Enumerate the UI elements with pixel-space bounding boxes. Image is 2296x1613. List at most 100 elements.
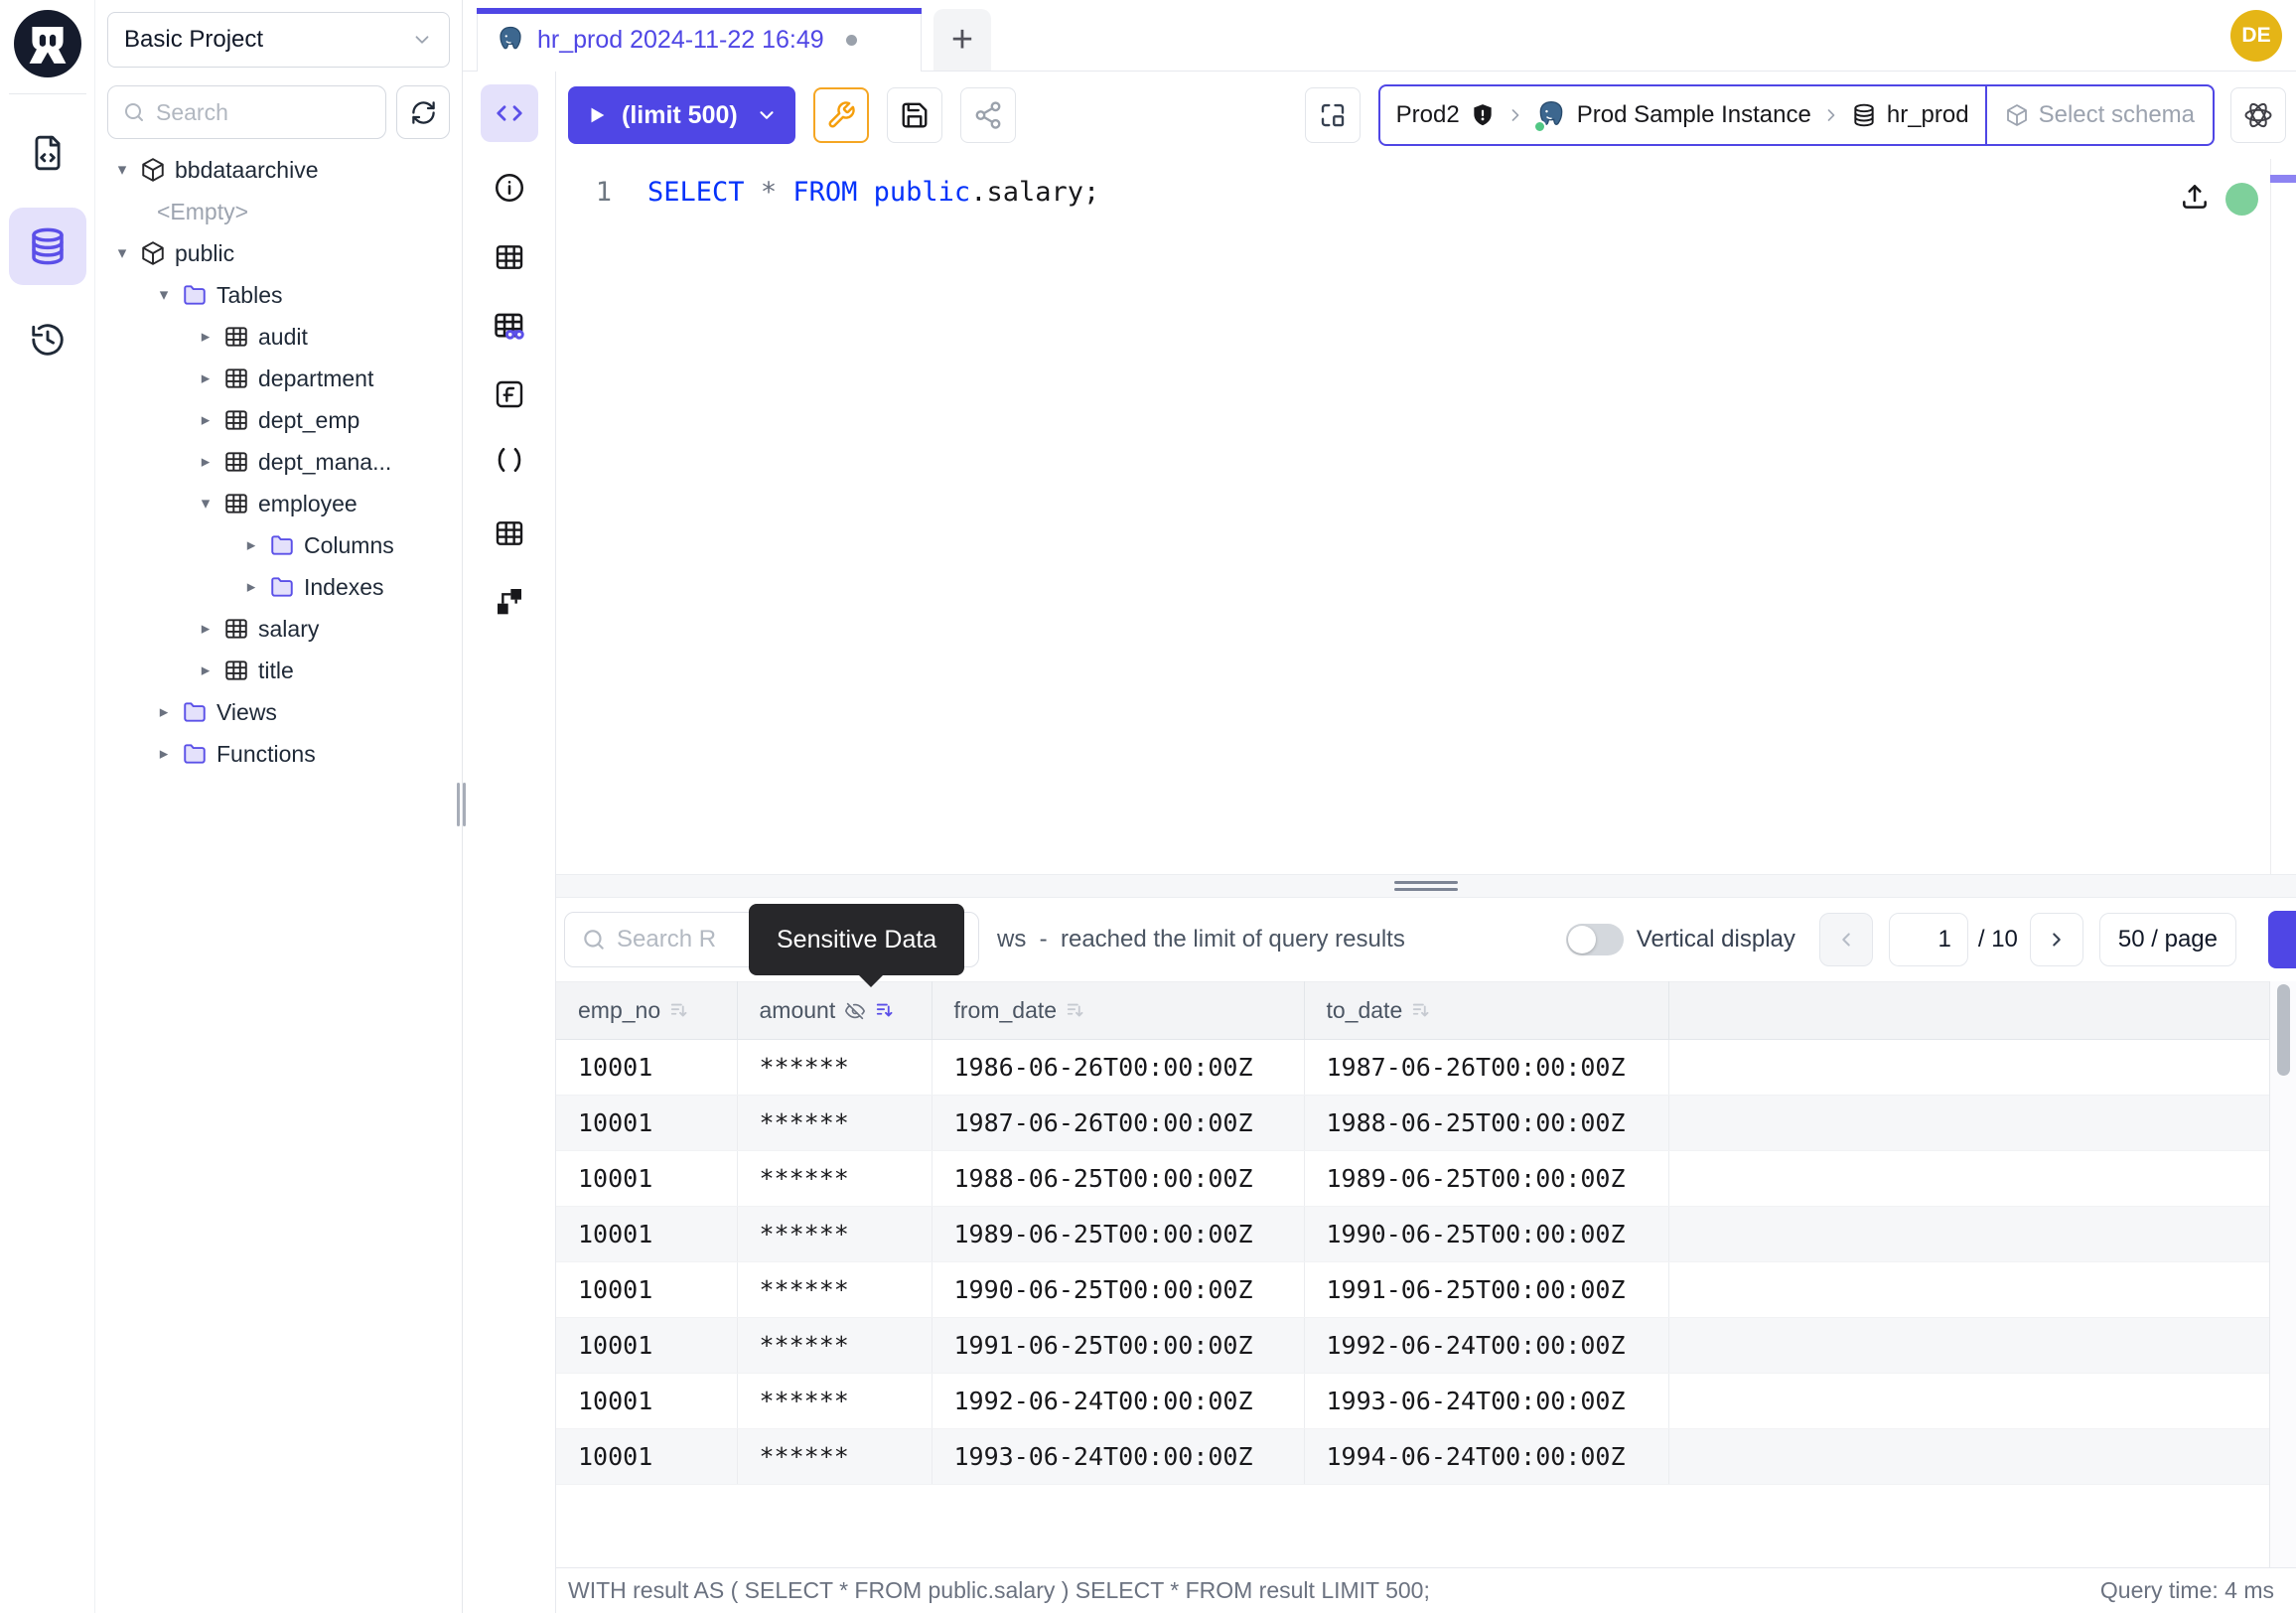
functions-panel-button[interactable] [481,374,538,414]
column-header-amount[interactable]: amount [737,982,932,1040]
user-avatar[interactable]: DE [2230,10,2282,62]
chevron-right-icon [2046,929,2068,951]
folder-icon [269,574,295,600]
tree-item-dept-emp[interactable]: ▸ dept_emp [107,399,450,441]
sort-icon[interactable] [1411,1000,1433,1022]
code-icon [495,98,524,128]
chevron-down-icon[interactable]: ▾ [113,160,131,180]
tree-item-department[interactable]: ▸ department [107,358,450,399]
prev-page-button[interactable] [1819,913,1873,966]
chevron-right-icon[interactable]: ▸ [197,410,215,430]
explorer-search-input[interactable] [156,99,371,126]
table-row[interactable]: 10001******1992-06-24T00:00:00Z1993-06-2… [556,1374,2269,1429]
postgresql-icon [496,25,525,55]
new-tab-button[interactable]: + [933,9,991,71]
table-scrollbar[interactable] [2269,981,2296,1567]
batch-query-button[interactable] [1305,87,1361,143]
procedures-panel-button[interactable] [481,440,538,480]
tree-item-salary[interactable]: ▸ salary [107,608,450,650]
refresh-button[interactable] [396,85,450,139]
page-input[interactable] [1889,913,1968,966]
chevron-down-icon[interactable]: ▾ [113,243,131,263]
schema-diagram-panel-button[interactable] [481,581,538,621]
upload-sheet-button[interactable] [2179,181,2211,213]
chevron-right-icon[interactable]: ▸ [197,327,215,347]
table-row[interactable]: 10001******1993-06-24T00:00:00Z1994-06-2… [556,1429,2269,1485]
database-icon [1851,102,1877,128]
chevron-left-icon [1835,929,1857,951]
info-panel-button[interactable] [481,168,538,208]
bytebase-logo-icon[interactable] [14,10,81,77]
database-nav-button[interactable] [9,208,86,285]
explorer-search-box[interactable] [107,85,386,139]
table-row[interactable]: 10001******1987-06-26T00:00:00Z1988-06-2… [556,1096,2269,1151]
tree-item-label: Columns [304,532,394,559]
sort-icon[interactable] [1066,1000,1087,1022]
table-row[interactable]: 10001******1991-06-25T00:00:00Z1992-06-2… [556,1318,2269,1374]
sensitive-columns-panel-button[interactable] [481,307,538,347]
next-page-button[interactable] [2030,913,2083,966]
project-select[interactable]: Basic Project [107,12,450,68]
tab-hr-prod[interactable]: hr_prod 2024-11-22 16:49 [477,8,922,72]
table-row[interactable]: 10001******1988-06-25T00:00:00Z1989-06-2… [556,1151,2269,1207]
tree-item-views[interactable]: ▸ Views [107,691,450,733]
tree-item-audit[interactable]: ▸ audit [107,316,450,358]
column-header-emp-no[interactable]: emp_no [556,982,737,1040]
tables-panel-button[interactable] [481,237,538,277]
tree-item-columns[interactable]: ▸ Columns [107,524,450,566]
connection-breadcrumb[interactable]: Prod2 Prod Sample Instance [1378,84,2215,146]
table-row[interactable]: 10001******1986-06-26T00:00:00Z1987-06-2… [556,1040,2269,1096]
folder-icon [269,532,295,558]
schema-select[interactable]: Select schema [1985,86,2213,144]
ai-assistant-button[interactable] [2230,87,2286,143]
editor-scrollbar[interactable] [2270,159,2296,874]
environment-protected-shield-icon [1470,102,1496,128]
chevron-right-icon[interactable]: ▸ [242,535,260,555]
table-row[interactable]: 10001******1990-06-25T00:00:00Z1991-06-2… [556,1262,2269,1318]
export-button[interactable] [2268,911,2296,968]
share-button[interactable] [960,87,1016,143]
run-options-chevron-icon[interactable] [756,104,778,126]
sql-editor[interactable]: 1 SELECT * FROM public.salary; [556,159,2296,874]
worksheets-nav-button[interactable] [9,114,86,192]
chevron-right-icon[interactable]: ▸ [242,577,260,597]
chevron-down-icon[interactable]: ▾ [155,285,173,305]
tree-item-bbdataarchive[interactable]: ▾ bbdataarchive [107,149,450,191]
tree-item-indexes[interactable]: ▸ Indexes [107,566,450,608]
folder-icon [182,699,208,725]
chevron-right-icon[interactable]: ▸ [155,744,173,764]
explorer-resize-handle[interactable] [457,783,466,826]
tree-item-functions[interactable]: ▸ Functions [107,733,450,775]
history-nav-button[interactable] [9,301,86,378]
sort-icon[interactable] [669,1000,691,1022]
chevron-right-icon[interactable]: ▸ [155,702,173,722]
unsaved-dot-icon [846,35,857,46]
run-button[interactable]: (limit 500) [568,86,795,144]
tree-item-public[interactable]: ▾ public [107,232,450,274]
page-size-select[interactable]: 50 / page [2099,913,2236,966]
admin-mode-button[interactable] [813,87,869,143]
tree-item-dept-manager[interactable]: ▸ dept_mana... [107,441,450,483]
chevron-right-icon[interactable]: ▸ [197,452,215,472]
tooltip-arrow [858,974,884,987]
external-tables-panel-button[interactable] [481,513,538,553]
sort-icon[interactable] [875,1000,897,1022]
chevron-right-icon[interactable]: ▸ [197,619,215,639]
chevron-right-icon[interactable]: ▸ [197,368,215,388]
code-panel-toggle[interactable] [481,84,538,142]
drag-grip-icon[interactable] [1394,881,1458,895]
chevron-down-icon[interactable]: ▾ [197,494,215,513]
table-row[interactable]: 10001******1989-06-25T00:00:00Z1990-06-2… [556,1207,2269,1262]
table-icon [223,658,249,683]
column-header-to-date[interactable]: to_date [1304,982,1668,1040]
sql-editor-app: Basic Project ▾ bbdataarchive [0,0,2296,1613]
column-header-from-date[interactable]: from_date [932,982,1304,1040]
tree-item-tables[interactable]: ▾ Tables [107,274,450,316]
tree-item-employee[interactable]: ▾ employee [107,483,450,524]
vertical-display-toggle[interactable] [1566,924,1624,955]
tree-item-title[interactable]: ▸ title [107,650,450,691]
chevron-right-icon[interactable]: ▸ [197,660,215,680]
table-scrollbar-thumb[interactable] [2277,984,2290,1076]
results-resize-bar[interactable] [556,874,2296,898]
save-button[interactable] [887,87,942,143]
